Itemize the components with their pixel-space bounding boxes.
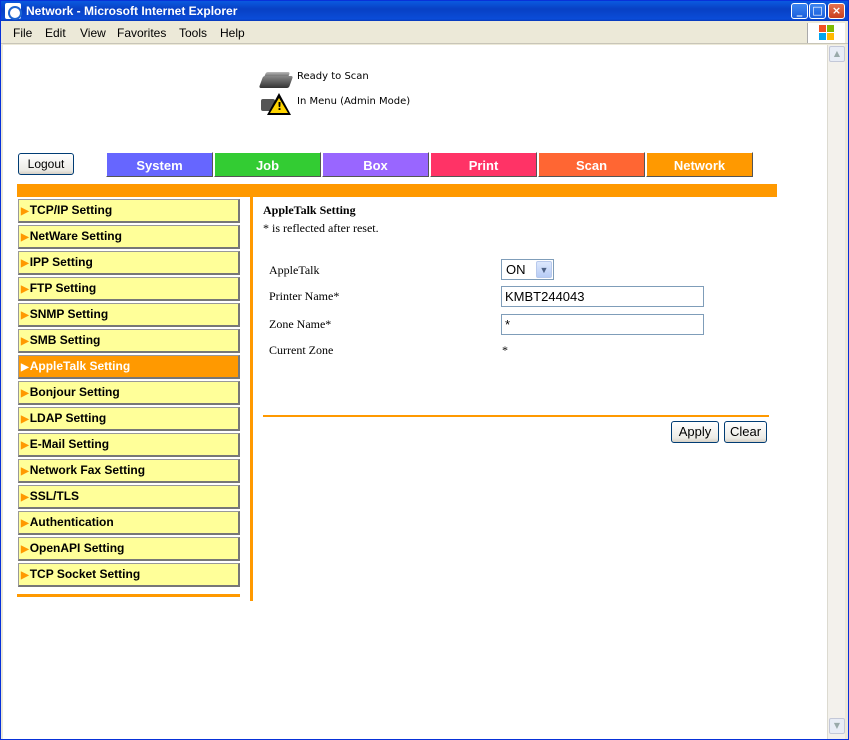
sidebar-item-ipp-setting[interactable]: ▶IPP Setting <box>18 251 240 275</box>
zone-name-label: Zone Name* <box>269 317 332 331</box>
sidebar-divider <box>17 594 240 597</box>
sidebar-item-ftp-setting[interactable]: ▶FTP Setting <box>18 277 240 301</box>
tab-box[interactable]: Box <box>322 152 429 177</box>
logout-button[interactable]: Logout <box>18 153 74 175</box>
sidebar-item-label: SNMP Setting <box>29 307 109 321</box>
triangle-right-icon: ▶ <box>21 570 29 581</box>
triangle-right-icon: ▶ <box>21 544 29 555</box>
sidebar-item-label: AppleTalk Setting <box>29 359 131 373</box>
sidebar-item-smb-setting[interactable]: ▶SMB Setting <box>18 329 240 353</box>
sidebar-item-authentication[interactable]: ▶Authentication <box>18 511 240 535</box>
menu-tools[interactable]: Tools <box>179 26 207 40</box>
minimize-button[interactable]: _ <box>791 3 808 19</box>
menu-file[interactable]: File <box>13 26 32 40</box>
sidebar-item-label: E-Mail Setting <box>29 437 110 451</box>
menu-favorites[interactable]: Favorites <box>117 26 166 40</box>
printer-name-label: Printer Name* <box>269 289 340 303</box>
triangle-right-icon: ▶ <box>21 492 29 503</box>
menu-edit[interactable]: Edit <box>45 26 66 40</box>
triangle-right-icon: ▶ <box>21 388 29 399</box>
apply-button[interactable]: Apply <box>671 421 719 443</box>
sidebar-item-label: Bonjour Setting <box>29 385 120 399</box>
vertical-divider <box>250 197 253 601</box>
browser-window: Network - Microsoft Internet Explorer _ … <box>0 0 849 740</box>
title-bar: Network - Microsoft Internet Explorer _ … <box>1 1 848 21</box>
triangle-right-icon: ▶ <box>21 466 29 477</box>
current-zone-label: Current Zone <box>269 343 334 357</box>
sidebar-item-openapi-setting[interactable]: ▶OpenAPI Setting <box>18 537 240 561</box>
sidebar-item-label: FTP Setting <box>29 281 97 295</box>
triangle-right-icon: ▶ <box>21 310 29 321</box>
menu-help[interactable]: Help <box>220 26 245 40</box>
triangle-right-icon: ▶ <box>21 440 29 451</box>
tab-print[interactable]: Print <box>430 152 537 177</box>
triangle-right-icon: ▶ <box>21 258 29 269</box>
scanner-icon <box>258 70 294 90</box>
menu-bar: File Edit View Favorites Tools Help <box>1 22 848 44</box>
sidebar-item-tcp-socket-setting[interactable]: ▶TCP Socket Setting <box>18 563 240 587</box>
triangle-right-icon: ▶ <box>21 232 29 243</box>
current-zone-value: * <box>502 343 508 357</box>
sidebar-item-ldap-setting[interactable]: ▶LDAP Setting <box>18 407 240 431</box>
sidebar-item-e-mail-setting[interactable]: ▶E-Mail Setting <box>18 433 240 457</box>
page-title: AppleTalk Setting <box>263 203 356 217</box>
appletalk-label: AppleTalk <box>269 263 320 277</box>
tab-scan[interactable]: Scan <box>538 152 645 177</box>
status-ready: Ready to Scan <box>297 71 369 82</box>
clear-button[interactable]: Clear <box>724 421 767 443</box>
triangle-right-icon: ▶ <box>21 414 29 425</box>
tab-system[interactable]: System <box>106 152 213 177</box>
windows-flag-icon <box>819 25 835 41</box>
chevron-down-icon[interactable]: ▼ <box>536 261 552 278</box>
page-viewport: Ready to Scan ! In Menu (Admin Mode) Log… <box>3 45 827 739</box>
sidebar-item-label: NetWare Setting <box>29 229 122 243</box>
warning-icon: ! <box>261 91 293 115</box>
scroll-down-icon[interactable]: ▼ <box>829 718 845 734</box>
windows-logo <box>807 23 845 43</box>
sidebar-item-label: SSL/TLS <box>29 489 80 503</box>
scroll-up-icon[interactable]: ▲ <box>829 46 845 62</box>
sidebar-item-label: LDAP Setting <box>29 411 107 425</box>
sidebar-item-label: Authentication <box>29 515 114 529</box>
close-button[interactable]: × <box>828 3 845 19</box>
sidebar-item-appletalk-setting[interactable]: ▶AppleTalk Setting <box>18 355 240 379</box>
maximize-button[interactable]: □ <box>809 3 826 19</box>
content-divider <box>263 415 769 417</box>
appletalk-select[interactable]: ON ▼ <box>501 259 554 280</box>
appletalk-value: ON <box>506 262 526 277</box>
printer-name-input[interactable]: KMBT244043 <box>501 286 704 307</box>
sidebar-item-snmp-setting[interactable]: ▶SNMP Setting <box>18 303 240 327</box>
vertical-scrollbar[interactable]: ▲ ▼ <box>827 45 845 739</box>
sidebar-item-label: Network Fax Setting <box>29 463 146 477</box>
zone-name-input[interactable]: * <box>501 314 704 335</box>
sidebar-item-netware-setting[interactable]: ▶NetWare Setting <box>18 225 240 249</box>
window-title: Network - Microsoft Internet Explorer <box>26 4 238 18</box>
reset-note: * is reflected after reset. <box>263 221 379 235</box>
triangle-right-icon: ▶ <box>21 206 29 217</box>
sidebar-item-ssl-tls[interactable]: ▶SSL/TLS <box>18 485 240 509</box>
triangle-right-icon: ▶ <box>21 284 29 295</box>
status-mode: In Menu (Admin Mode) <box>297 96 411 107</box>
tab-job[interactable]: Job <box>214 152 321 177</box>
sidebar-item-network-fax-setting[interactable]: ▶Network Fax Setting <box>18 459 240 483</box>
sidebar-item-label: IPP Setting <box>29 255 93 269</box>
sidebar-item-label: TCP Socket Setting <box>29 567 141 581</box>
sidebar-item-label: TCP/IP Setting <box>29 203 113 217</box>
header-divider <box>17 184 777 197</box>
sidebar-item-label: SMB Setting <box>29 333 101 347</box>
triangle-right-icon: ▶ <box>21 336 29 347</box>
tab-network[interactable]: Network <box>646 152 753 177</box>
ie-icon <box>5 3 22 20</box>
triangle-right-icon: ▶ <box>21 362 29 373</box>
sidebar-item-label: OpenAPI Setting <box>29 541 125 555</box>
triangle-right-icon: ▶ <box>21 518 29 529</box>
sidebar-item-bonjour-setting[interactable]: ▶Bonjour Setting <box>18 381 240 405</box>
sidebar-item-tcp-ip-setting[interactable]: ▶TCP/IP Setting <box>18 199 240 223</box>
menu-view[interactable]: View <box>80 26 106 40</box>
